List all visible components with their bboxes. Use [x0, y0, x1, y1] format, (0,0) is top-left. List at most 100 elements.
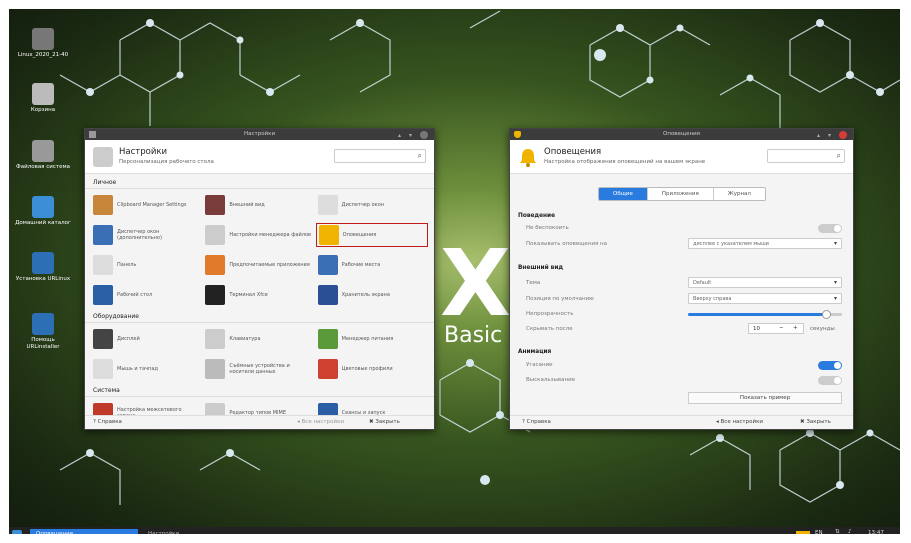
tab-applications[interactable]: Приложения — [647, 188, 714, 200]
theme-dropdown[interactable]: Default ▾ — [688, 277, 842, 288]
settings-item-label: Клавиатура — [229, 336, 261, 342]
show-on-dropdown[interactable]: дисплее с указателем мыши ▾ — [688, 238, 842, 249]
settings-item[interactable]: Диспетчер окон — [316, 193, 428, 217]
help-button[interactable]: ? Справка — [93, 419, 122, 425]
section-grid: Clipboard Manager Settings Внешний вид Дис… — [85, 191, 434, 311]
settings-item[interactable]: Клавиатура — [203, 327, 315, 351]
search-input[interactable]: ⌕ — [334, 149, 426, 163]
taskbar-item-label: Оповещения — [36, 531, 73, 537]
increment-button[interactable]: + — [793, 325, 798, 331]
desktop-icon-trash[interactable]: Корзина — [14, 83, 72, 114]
settings-item-label: Терминал Xfce — [229, 292, 268, 298]
section-grid: Дисплей Клавиатура Менеджер питания Мышь и … — [85, 325, 434, 385]
settings-item-label: Рабочий стол — [117, 292, 153, 298]
settings-item-label: Настройки менеджера файлов — [229, 232, 312, 238]
volume-icon[interactable]: ♪ — [848, 529, 852, 535]
settings-item[interactable]: Съёмные устройства и носители данных — [203, 357, 315, 381]
settings-item[interactable]: Хранитель экрана — [316, 283, 428, 307]
dropdown-value: дисплее с указателем мыши — [693, 241, 769, 247]
settings-item[interactable]: Оповещения — [315, 223, 428, 247]
settings-icon — [93, 147, 113, 167]
show-example-button[interactable]: Показать пример — [688, 392, 842, 404]
desktop-icon-label: Установка URLinux — [15, 276, 71, 282]
slide-toggle[interactable] — [818, 376, 842, 385]
keyboard-layout[interactable]: EN — [815, 530, 823, 536]
slider-handle[interactable] — [821, 310, 831, 319]
settings-item[interactable]: Дисплей — [91, 327, 203, 351]
settings-item[interactable]: Менеджер питания — [316, 327, 428, 351]
xubuntu-logo-word: Basic — [444, 323, 503, 348]
desktop-icon-label: Файловая система — [16, 164, 70, 170]
desktop-icon-filesystem[interactable]: Файловая система — [14, 140, 72, 171]
settings-item-icon — [205, 285, 226, 305]
clock[interactable]: 13:47 — [868, 530, 884, 536]
settings-item-label: Хранитель экрана — [341, 292, 390, 298]
settings-item-label: Внешний вид — [229, 202, 265, 208]
notifications-window: Оповещения ▴ ▾ Оповещения Настройка отобр… — [509, 128, 854, 430]
drive-icon — [32, 140, 54, 162]
settings-item[interactable]: Цветовые профили — [316, 357, 428, 381]
close-icon[interactable] — [420, 131, 428, 139]
section-behavior: Поведение — [518, 213, 556, 219]
settings-item[interactable]: Диспетчер окон (дополнительно) — [91, 223, 203, 247]
settings-item[interactable]: Внешний вид — [203, 193, 315, 217]
search-icon: ⌕ — [417, 151, 422, 160]
taskbar-item-notifications[interactable]: Оповещения — [30, 529, 138, 541]
tab-log[interactable]: Журнал — [713, 188, 765, 200]
tab-bar: Общие Приложения Журнал — [598, 187, 766, 201]
menu-icon[interactable] — [12, 530, 22, 540]
settings-item[interactable]: Мышь и тачпад — [91, 357, 203, 381]
position-dropdown[interactable]: Вверху справа ▾ — [688, 293, 842, 304]
settings-titlebar[interactable]: Настройки ▴ ▾ — [85, 129, 434, 140]
settings-item[interactable]: Панель — [91, 253, 203, 277]
notifications-footer: ? Справка ◂ Все настройки ✖ Закрыть — [510, 415, 853, 429]
close-button[interactable]: ✖ Закрыть — [800, 419, 831, 425]
close-button[interactable]: ✖ Закрыть — [369, 419, 400, 425]
settings-item-label: Панель — [117, 262, 137, 268]
settings-footer: ? Справка ◂ Все настройки ✖ Закрыть — [85, 415, 434, 429]
settings-item-icon — [317, 255, 338, 275]
settings-item[interactable]: Clipboard Manager Settings — [91, 193, 203, 217]
xubuntu-logo-x: X — [440, 230, 511, 337]
desktop-icon-label: Домашний каталог — [15, 220, 71, 226]
decrement-button[interactable]: − — [779, 325, 784, 331]
taskbar-item-settings[interactable]: Настройки — [142, 529, 242, 541]
desktop-icon-label: Корзина — [30, 107, 56, 113]
settings-item-label: Дисплей — [117, 336, 140, 342]
settings-item[interactable]: Рабочий стол — [91, 283, 203, 307]
network-icon[interactable]: ⇅ — [835, 529, 840, 535]
toggle-knob — [834, 225, 841, 232]
hide-after-spinbox[interactable]: 10 − + — [748, 323, 804, 334]
home-folder-icon — [32, 196, 54, 218]
folder-tray-icon[interactable] — [796, 531, 810, 539]
dropdown-value: Default — [693, 280, 712, 286]
desktop-icon-label: Linux_2020_21-40 — [17, 52, 69, 58]
all-settings-button[interactable]: ◂ Все настройки — [297, 419, 344, 425]
settings-item[interactable]: Предпочитаемые приложения — [203, 253, 315, 277]
close-icon[interactable] — [839, 131, 847, 139]
window-title: Оповещения — [663, 131, 700, 137]
settings-item-icon — [317, 359, 338, 379]
header-title: Настройки — [119, 147, 168, 157]
settings-item[interactable]: Терминал Xfce — [203, 283, 315, 307]
desktop-icon-installer[interactable]: Установка URLinux — [14, 252, 72, 283]
settings-item-label: Диспетчер окон — [341, 202, 385, 208]
folder-icon — [32, 28, 54, 50]
desktop-icon-linux-folder[interactable]: Linux_2020_21-40 — [14, 28, 72, 59]
opacity-slider[interactable] — [688, 310, 842, 319]
all-settings-button[interactable]: ◂ Все настройки — [716, 419, 763, 425]
dnd-toggle[interactable] — [818, 224, 842, 233]
chevron-down-icon: ▾ — [833, 279, 837, 286]
fade-toggle[interactable] — [818, 361, 842, 370]
settings-item[interactable]: Настройки менеджера файлов — [203, 223, 315, 247]
settings-item[interactable]: Рабочие места — [316, 253, 428, 277]
desktop-icon-home[interactable]: Домашний каталог — [14, 196, 72, 227]
tab-general[interactable]: Общие — [599, 188, 648, 200]
notifications-titlebar[interactable]: Оповещения ▴ ▾ — [510, 129, 853, 140]
section-animation: Анимация — [518, 349, 552, 355]
bell-icon — [520, 149, 536, 167]
help-button[interactable]: ? Справка — [522, 419, 551, 425]
search-input[interactable]: ⌕ — [767, 149, 845, 163]
desktop-icon-label: Помощь URLinstaller — [26, 337, 60, 350]
desktop-icon-help[interactable]: Помощь URLinstaller — [14, 313, 72, 350]
